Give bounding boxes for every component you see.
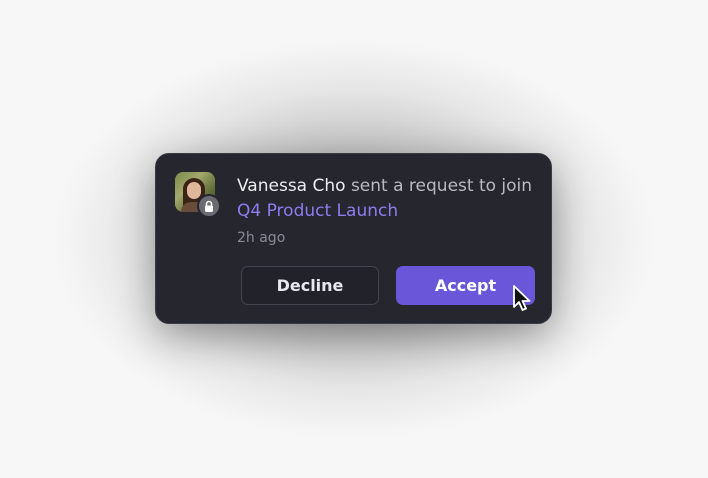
project-link[interactable]: Q4 Product Launch — [237, 201, 398, 221]
requester-avatar-group — [175, 172, 221, 218]
mouse-cursor-icon — [513, 285, 531, 311]
message-text: sent a request to join — [345, 176, 533, 196]
decline-button[interactable]: Decline — [241, 266, 379, 305]
lock-icon — [197, 194, 221, 218]
requester-name: Vanessa Cho — [237, 176, 346, 196]
timestamp: 2h ago — [237, 230, 286, 246]
notification-message: Vanessa Cho sent a request to join Q4 Pr… — [237, 174, 537, 224]
join-request-notification: Vanessa Cho sent a request to join Q4 Pr… — [155, 153, 552, 324]
